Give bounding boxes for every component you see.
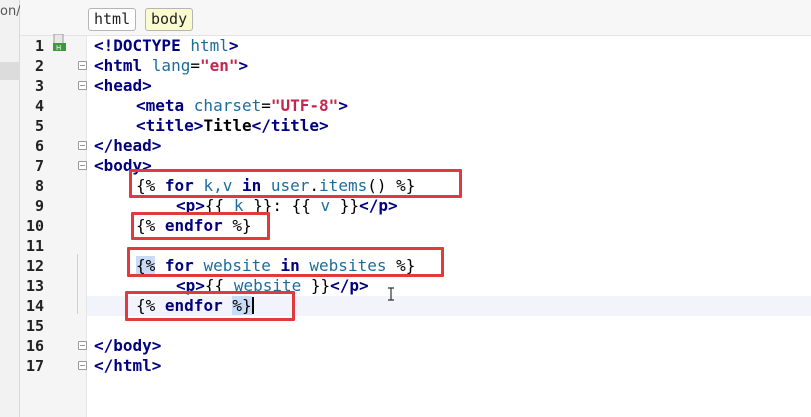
code-line-2[interactable]: <html lang="en"> <box>94 56 248 76</box>
breadcrumb-html[interactable]: html <box>88 8 137 31</box>
code-line-5[interactable]: <title>Title</title> <box>136 116 329 136</box>
line-number: 2 <box>34 57 44 75</box>
line-number: 13 <box>25 277 44 295</box>
breadcrumb: html body <box>20 0 811 36</box>
selected-file-row[interactable] <box>0 62 20 80</box>
indent-guide <box>77 254 78 314</box>
line-number: 6 <box>34 137 44 155</box>
annotation-box-endfor-1 <box>131 212 270 240</box>
line-number: 10 <box>25 217 44 235</box>
annotation-box-for-websites <box>127 247 444 277</box>
code-line-6[interactable]: </head> <box>94 136 161 156</box>
line-number: 9 <box>34 197 44 215</box>
code-line-3[interactable]: <head> <box>94 76 152 96</box>
line-number: 11 <box>25 237 44 255</box>
fold-toggle-html[interactable] <box>78 61 87 70</box>
text-cursor-icon <box>388 287 394 301</box>
line-number: 1 <box>34 37 44 55</box>
html-file-icon: H <box>53 34 66 52</box>
line-number: 7 <box>34 157 44 175</box>
line-number: 4 <box>34 97 44 115</box>
svg-text:H: H <box>56 44 61 52</box>
fold-end-html[interactable] <box>78 361 87 370</box>
line-number: 14 <box>25 297 44 315</box>
fold-end-head[interactable] <box>78 141 87 150</box>
code-line-17[interactable]: </html> <box>94 356 161 376</box>
line-number: 12 <box>25 257 44 275</box>
line-number: 16 <box>25 337 44 355</box>
annotation-box-endfor-2 <box>125 291 295 321</box>
gutter-divider <box>86 36 87 417</box>
line-number: 17 <box>25 357 44 375</box>
project-path-fragment: on/ <box>0 4 21 19</box>
line-number: 3 <box>34 77 44 95</box>
code-line-16[interactable]: </body> <box>94 336 161 356</box>
annotation-box-for-items <box>129 169 462 198</box>
fold-end-body[interactable] <box>78 341 87 350</box>
fold-toggle-head[interactable] <box>78 81 87 90</box>
line-number: 5 <box>34 117 44 135</box>
code-line-1[interactable]: <!DOCTYPE html> <box>94 36 239 56</box>
project-panel-edge: on/ <box>0 0 21 417</box>
fold-toggle-body[interactable] <box>78 161 87 170</box>
code-line-4[interactable]: <meta charset="UTF-8"> <box>136 96 348 116</box>
breadcrumb-body[interactable]: body <box>145 8 194 31</box>
line-number: 15 <box>25 317 44 335</box>
line-number: 8 <box>34 177 44 195</box>
